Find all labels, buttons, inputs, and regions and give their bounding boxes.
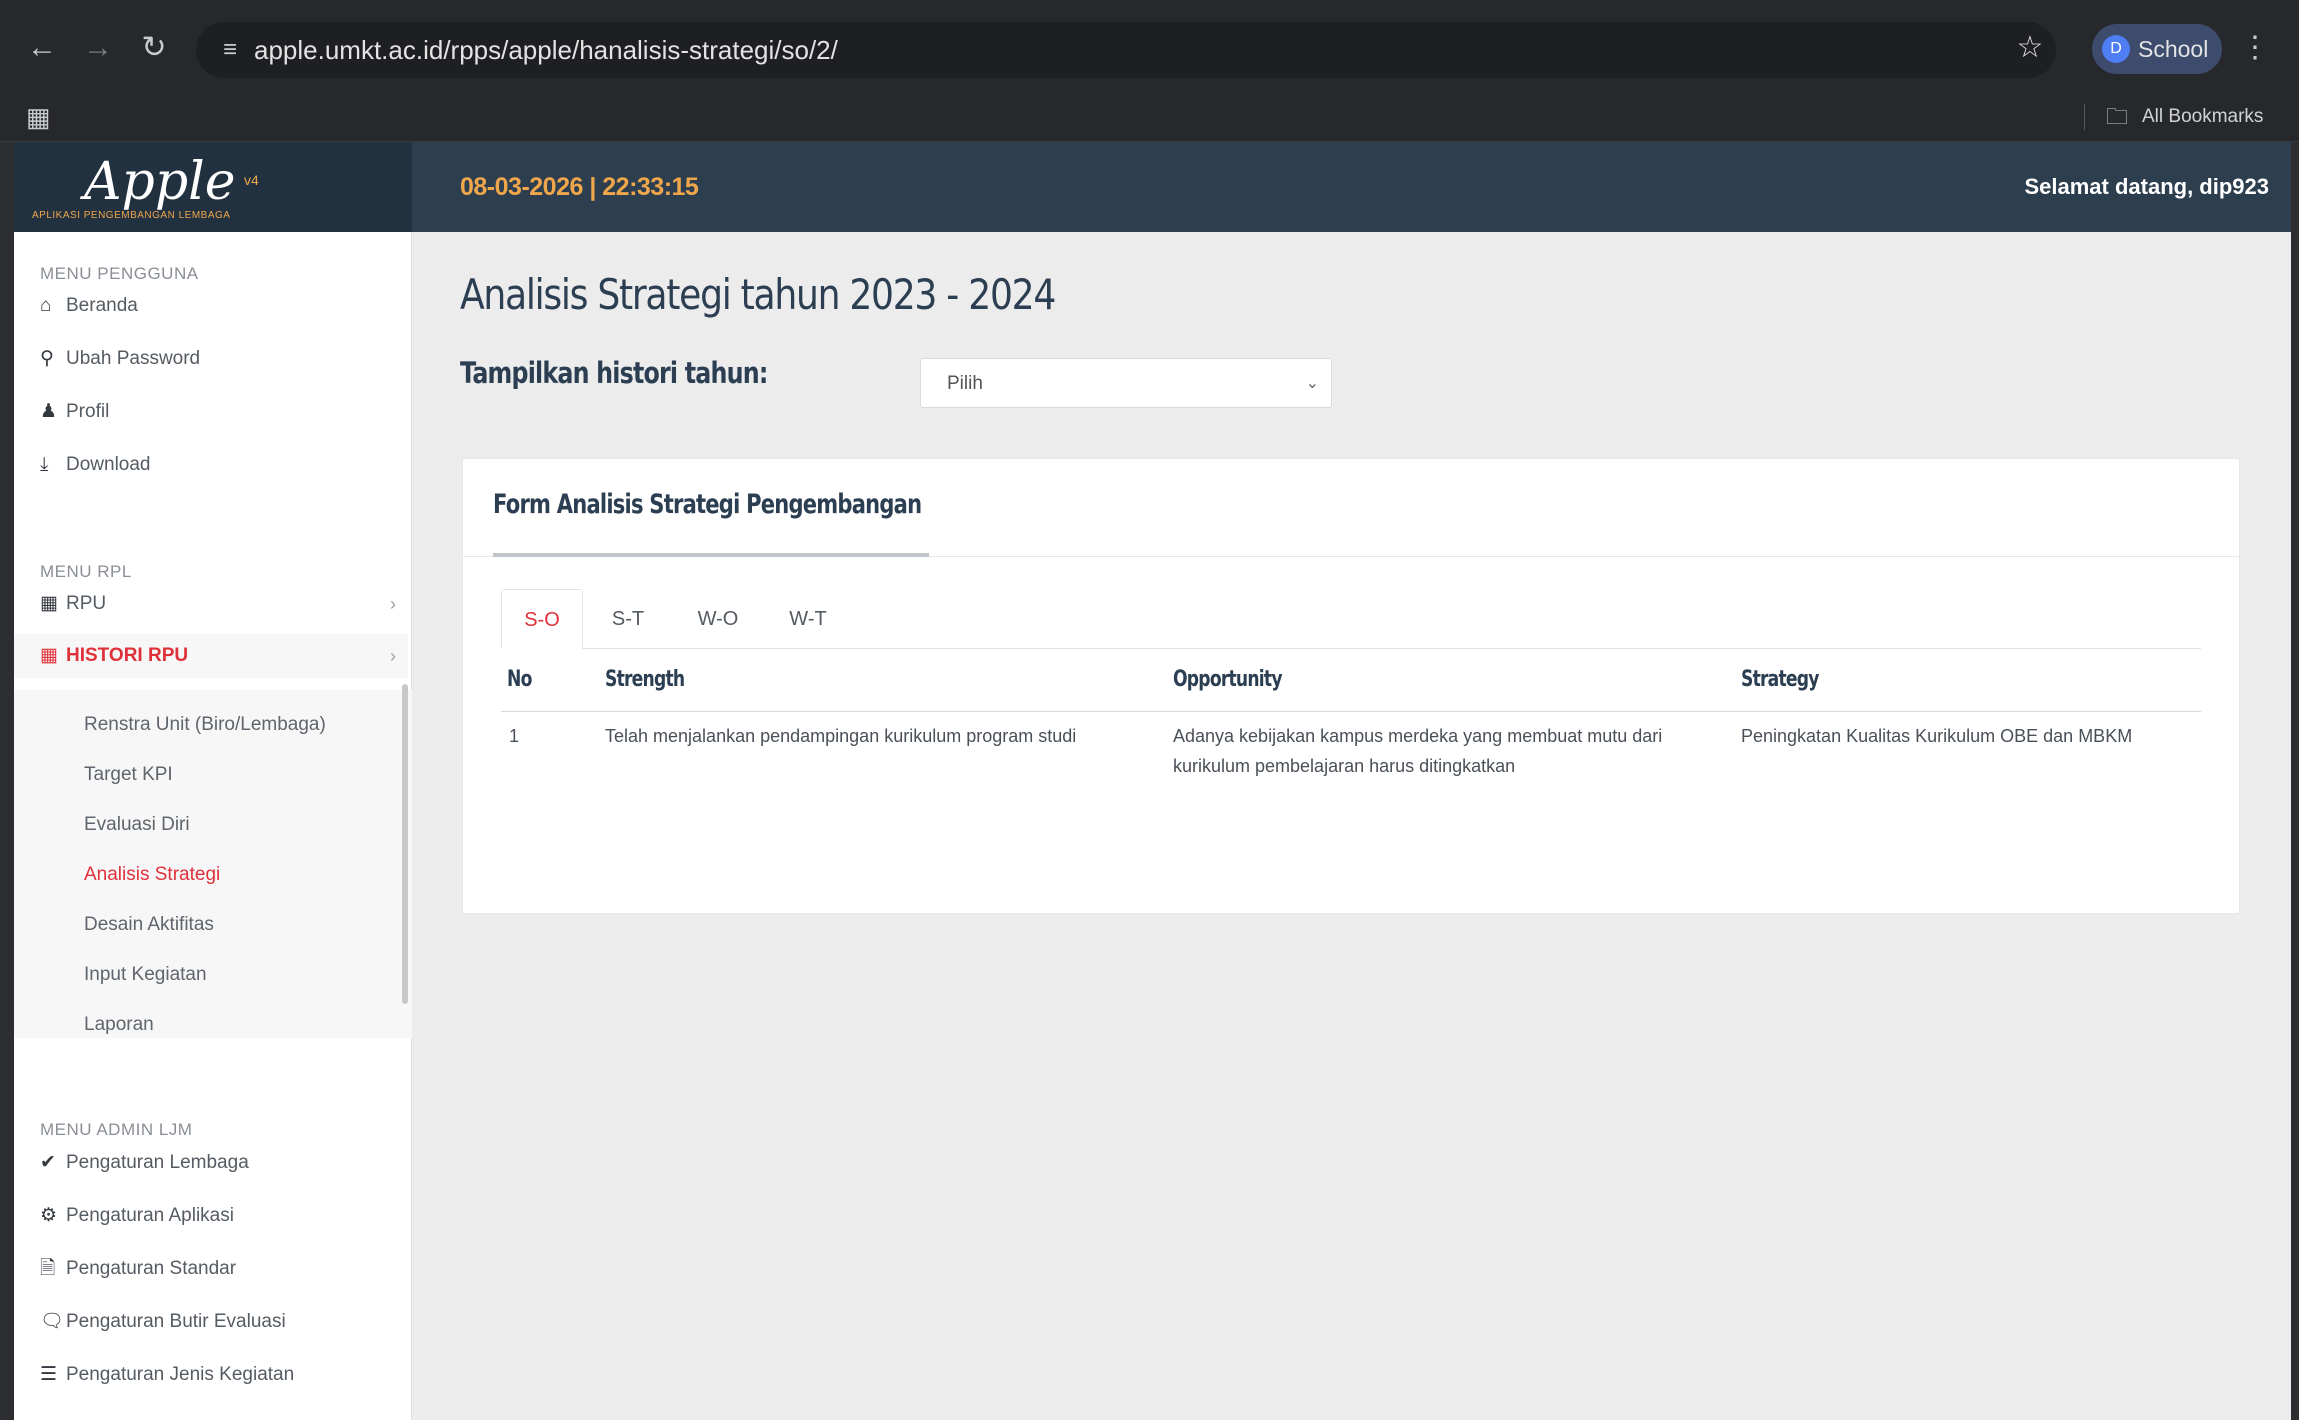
history-year-select-value: Pilih xyxy=(947,373,983,394)
table-icon: ▦ xyxy=(40,593,58,614)
sub-item-laporan[interactable]: Laporan xyxy=(84,1008,154,1042)
card-title-underline xyxy=(493,553,929,557)
table-header-divider xyxy=(501,711,2201,712)
sidebar-item-pengaturan-jenis-kegiatan[interactable]: ☰ Pengaturan Jenis Kegiatan xyxy=(40,1357,410,1393)
sidebar-item-pengaturan-standar[interactable]: 🗎 Pengaturan Standar xyxy=(40,1251,410,1287)
sidebar-item-beranda[interactable]: ⌂ Beranda xyxy=(40,288,410,324)
reload-icon[interactable]: ↻ xyxy=(132,26,176,70)
sidebar-item-profil[interactable]: ♟ Profil xyxy=(40,394,410,430)
bookmarks-divider xyxy=(2084,104,2085,130)
tab-s-o[interactable]: S-O xyxy=(501,589,583,649)
bookmark-star-icon[interactable]: ☆ xyxy=(2008,26,2052,70)
sidebar-item-rpu[interactable]: ▦ RPU › xyxy=(40,586,410,622)
table-header-no: No xyxy=(507,667,532,692)
brand-subtitle: APLIKASI PENGEMBANGAN LEMBAGA xyxy=(32,210,231,221)
address-bar[interactable]: ≡ apple.umkt.ac.id/rpps/apple/hanalisis-… xyxy=(196,22,2056,78)
brand[interactable]: Apple v4 APLIKASI PENGEMBANGAN LEMBAGA xyxy=(14,142,412,232)
list-icon: ☰ xyxy=(40,1364,58,1385)
table-header-opportunity: Opportunity xyxy=(1173,667,1283,692)
sub-item-renstra-unit[interactable]: Renstra Unit (Biro/Lembaga) xyxy=(84,708,326,742)
chevron-down-icon: › xyxy=(390,646,396,666)
table-cell-opportunity: Adanya kebijakan kampus merdeka yang mem… xyxy=(1173,726,1663,776)
gears-icon: ⚙ xyxy=(40,1205,58,1226)
browser-toolbar: ← → ↻ ≡ apple.umkt.ac.id/rpps/apple/hana… xyxy=(0,0,2299,92)
url-text[interactable]: apple.umkt.ac.id/rpps/apple/hanalisis-st… xyxy=(254,22,838,78)
sidebar-item-pengaturan-aplikasi[interactable]: ⚙ Pengaturan Aplikasi xyxy=(40,1198,410,1234)
card-title: Form Analisis Strategi Pengembangan xyxy=(493,489,922,520)
file-icon: 🗎 xyxy=(40,1258,56,1279)
header-datetime: 08-03-2026 | 22:33:15 xyxy=(460,173,699,201)
back-arrow-icon[interactable]: ← xyxy=(20,26,64,70)
apps-grid-icon[interactable]: ▦ xyxy=(26,102,56,132)
download-icon: ⤓ xyxy=(40,454,49,475)
tab-w-t[interactable]: W-T xyxy=(765,589,851,649)
sub-item-target-kpi[interactable]: Target KPI xyxy=(84,758,173,792)
site-settings-icon[interactable]: ≡ xyxy=(212,32,248,68)
web-page: Apple v4 APLIKASI PENGEMBANGAN LEMBAGA 0… xyxy=(14,142,2291,1420)
more-menu-icon[interactable]: ⋮ xyxy=(2240,26,2270,70)
sub-item-input-kegiatan[interactable]: Input Kegiatan xyxy=(84,958,207,992)
table-header-strength: Strength xyxy=(605,667,685,692)
brand-version: v4 xyxy=(244,172,259,188)
card-header: Form Analisis Strategi Pengembangan xyxy=(463,459,2239,557)
user-icon: ♟ xyxy=(40,401,58,422)
all-bookmarks-link[interactable]: All Bookmarks xyxy=(2142,92,2263,142)
tab-w-o[interactable]: W-O xyxy=(673,589,763,649)
profile-label: School xyxy=(2138,36,2209,62)
sub-item-desain-aktifitas[interactable]: Desain Aktifitas xyxy=(84,908,214,942)
sidebar-item-ubah-password[interactable]: ⚲ Ubah Password xyxy=(40,341,410,377)
sidebar-item-download[interactable]: ⤓ Download xyxy=(40,447,410,483)
history-year-select[interactable]: Pilih ⌄ xyxy=(920,358,1332,408)
table-cell-no: 1 xyxy=(509,726,520,746)
check-icon: ✔ xyxy=(40,1152,56,1173)
analysis-form-card: Form Analisis Strategi Pengembangan S-O … xyxy=(462,458,2240,914)
sidebar-item-pengaturan-butir-evaluasi[interactable]: 🗨Pengaturan Butir Evaluasi xyxy=(40,1304,410,1340)
brand-logo: Apple xyxy=(84,152,236,212)
profile-button[interactable]: D School xyxy=(2092,24,2222,74)
table-header-strategy: Strategy xyxy=(1741,667,1819,692)
chevron-down-icon: ⌄ xyxy=(1305,375,1319,392)
table-cell-strength: Telah menjalankan pendampingan kurikulum… xyxy=(605,726,1077,746)
app-header: Apple v4 APLIKASI PENGEMBANGAN LEMBAGA 0… xyxy=(14,142,2291,232)
sidebar-item-histori-rpu[interactable]: ▦ HISTORI RPU › xyxy=(14,634,408,678)
table-cell-strategy: Peningkatan Kualitas Kurikulum OBE dan M… xyxy=(1741,726,2133,746)
table-icon: ▦ xyxy=(40,645,58,666)
section-menu-rpl: MENU RPL xyxy=(40,562,132,581)
forward-arrow-icon[interactable]: → xyxy=(76,26,120,70)
sub-item-evaluasi-diri[interactable]: Evaluasi Diri xyxy=(84,808,190,842)
comment-icon: 🗨 xyxy=(40,1311,65,1332)
tab-s-t[interactable]: S-T xyxy=(585,589,671,649)
page-title: Analisis Strategi tahun 2023 - 2024 xyxy=(460,270,1056,319)
profile-avatar: D xyxy=(2102,35,2130,63)
chevron-right-icon: › xyxy=(390,594,396,614)
sidebar: MENU PENGGUNA ⌂ Beranda ⚲ Ubah Password ♟ P… xyxy=(14,232,412,1420)
section-menu-admin: MENU ADMIN LJM xyxy=(40,1120,193,1139)
folder-icon[interactable]: 🗀 xyxy=(2106,102,2136,132)
sidebar-scrollbar[interactable] xyxy=(402,684,408,1004)
section-menu-pengguna: MENU PENGGUNA xyxy=(40,264,199,283)
welcome-text[interactable]: Selamat datang, dip923 xyxy=(2024,142,2269,232)
key-icon: ⚲ xyxy=(40,348,54,369)
sub-item-analisis-strategi[interactable]: Analisis Strategi xyxy=(84,858,220,892)
strategy-tabs: S-O S-T W-O W-T xyxy=(501,589,2201,649)
bookmarks-bar: ▦ 🗀 All Bookmarks xyxy=(0,92,2299,142)
sidebar-item-pengaturan-lembaga[interactable]: ✔ Pengaturan Lembaga xyxy=(40,1145,410,1181)
home-icon: ⌂ xyxy=(40,295,52,316)
history-year-label: Tampilkan histori tahun: xyxy=(460,356,768,390)
